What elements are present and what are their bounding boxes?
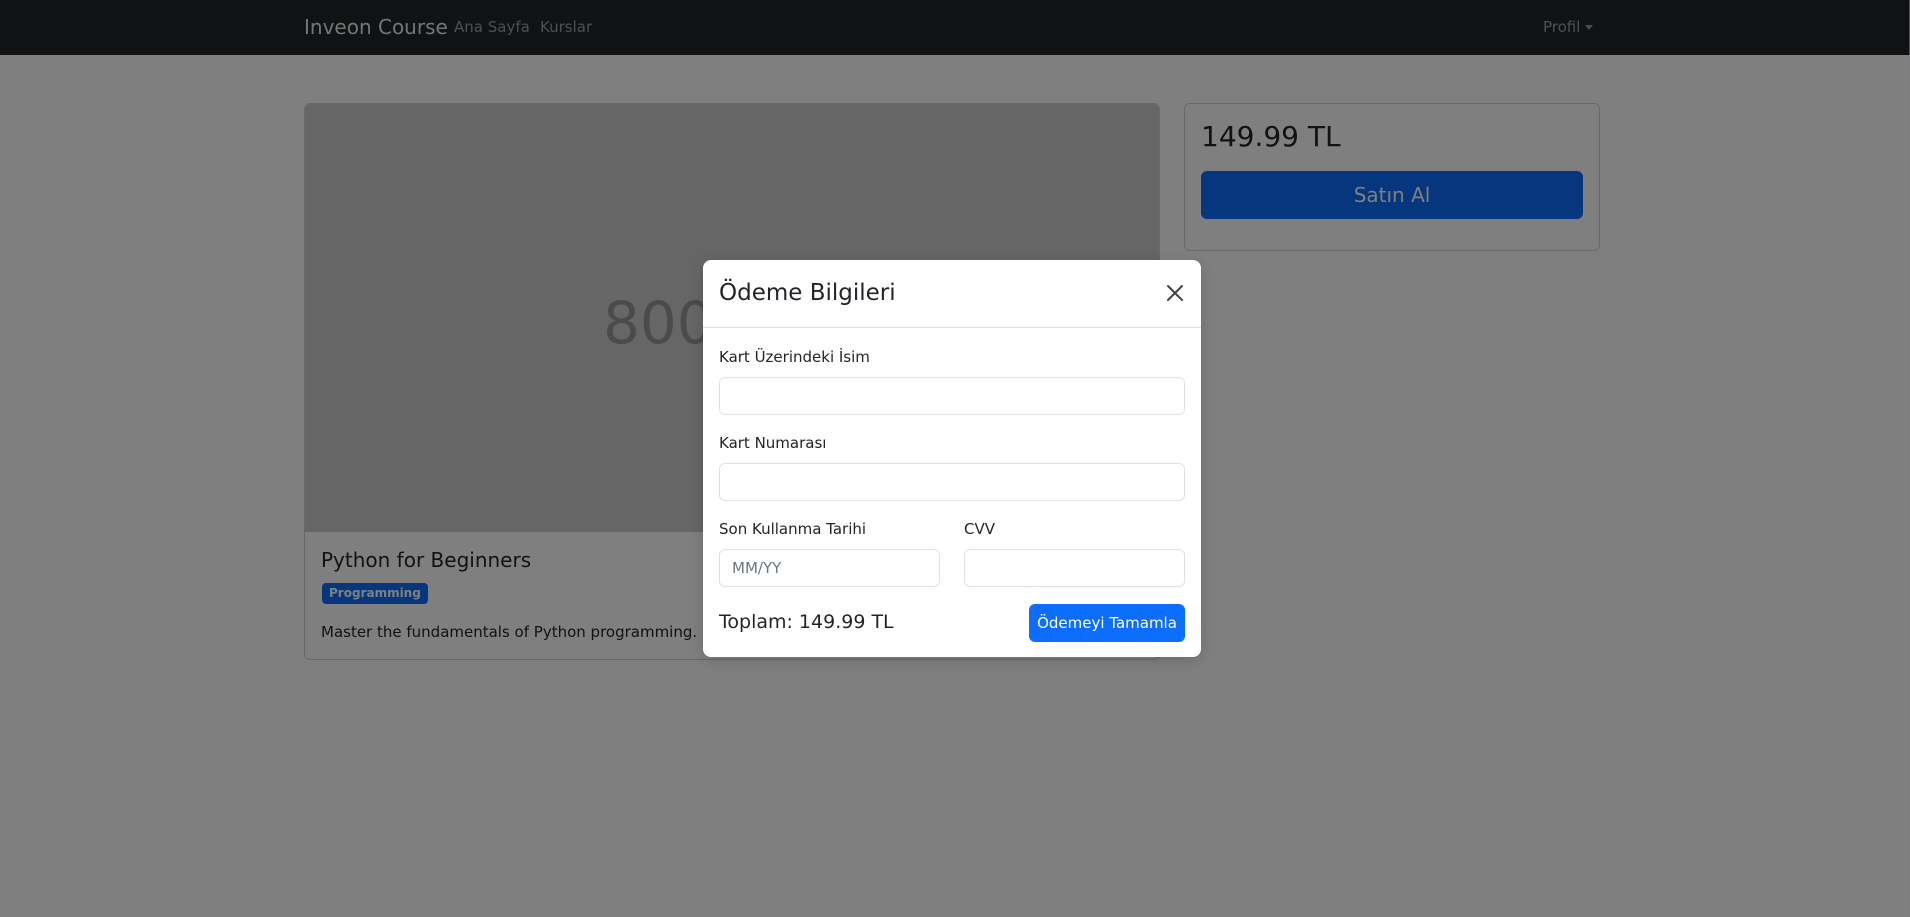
card-number-input[interactable] <box>719 463 1185 501</box>
cvv-input[interactable] <box>964 549 1185 587</box>
close-button[interactable] <box>1162 280 1188 306</box>
card-name-input[interactable] <box>719 377 1185 415</box>
expiry-label: Son Kullanma Tarihi <box>719 520 867 538</box>
card-name-label: Kart Üzerindeki İsim <box>719 348 870 366</box>
total-amount: Toplam: 149.99 TL <box>719 611 894 633</box>
complete-payment-button[interactable]: Ödemeyi Tamamla <box>1029 604 1185 642</box>
close-icon <box>1167 285 1183 301</box>
card-number-label: Kart Numarası <box>719 434 827 452</box>
cvv-label: CVV <box>964 520 995 538</box>
expiry-input[interactable] <box>719 549 940 587</box>
payment-modal: Ödeme Bilgileri Kart Üzerindeki İsim Kar… <box>703 260 1201 657</box>
modal-title: Ödeme Bilgileri <box>719 280 896 306</box>
modal-header: Ödeme Bilgileri <box>703 260 1201 328</box>
